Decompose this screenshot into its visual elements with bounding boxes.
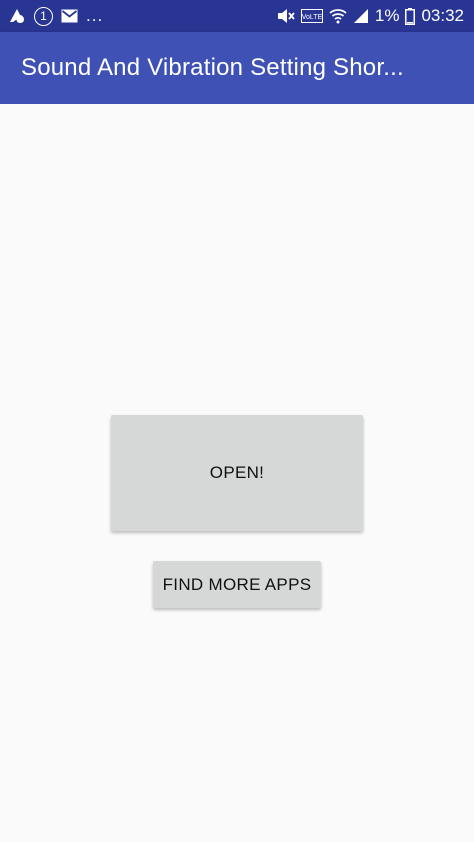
- badge-one-icon: 1: [34, 6, 53, 26]
- status-right: VoLTE 1% 03:32: [277, 6, 464, 26]
- status-bar: 1 ... VoLTE 1% 03:32: [0, 0, 474, 32]
- find-more-apps-button[interactable]: FIND MORE APPS: [153, 561, 321, 608]
- signal-icon: [353, 8, 369, 24]
- app-title: Sound And Vibration Setting Shor...: [21, 54, 404, 81]
- wifi-icon: [329, 8, 347, 24]
- more-notifications-indicator: ...: [86, 6, 104, 25]
- main-content: OPEN! FIND MORE APPS: [0, 104, 474, 842]
- battery-icon: [405, 7, 416, 25]
- app-notification-icon: [8, 7, 26, 25]
- clock: 03:32: [421, 6, 464, 25]
- app-bar: Sound And Vibration Setting Shor...: [0, 32, 474, 104]
- mail-icon: [61, 9, 78, 23]
- battery-percent: 1%: [374, 6, 400, 25]
- mute-icon: [277, 8, 295, 24]
- status-left: 1 ...: [8, 6, 103, 26]
- volte-label: VoLTE: [302, 14, 323, 21]
- open-button[interactable]: OPEN!: [111, 415, 363, 531]
- volte-icon: VoLTE: [300, 9, 323, 23]
